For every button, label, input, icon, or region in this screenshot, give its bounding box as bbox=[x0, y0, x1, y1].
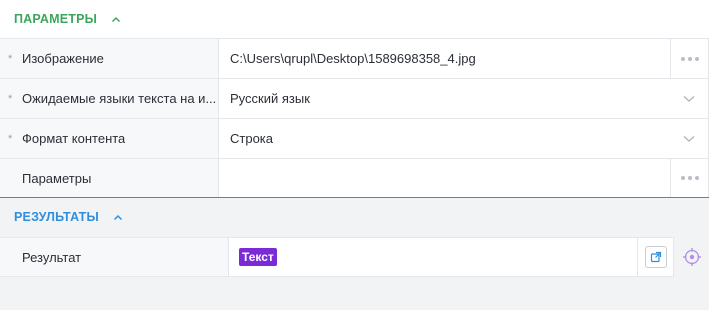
param-label: Ожидаемые языки текста на и... bbox=[22, 91, 217, 106]
parameters-section-title: Параметры bbox=[14, 12, 98, 26]
crosshair-button[interactable] bbox=[674, 237, 709, 277]
param-row-parameters: Параметры bbox=[0, 158, 709, 198]
param-value[interactable]: Русский язык bbox=[219, 91, 670, 106]
result-value-field[interactable]: Текст bbox=[228, 237, 638, 277]
chevron-down-icon[interactable] bbox=[670, 135, 708, 143]
open-external-icon bbox=[650, 251, 661, 263]
content-format-select[interactable]: Строка bbox=[218, 118, 709, 158]
chevron-up-icon[interactable] bbox=[111, 14, 121, 24]
variable-tag[interactable]: Текст bbox=[239, 248, 277, 266]
required-marker: * bbox=[8, 132, 13, 145]
more-options-button[interactable] bbox=[670, 159, 708, 197]
chevron-up-icon[interactable] bbox=[113, 212, 123, 222]
param-value[interactable]: Строка bbox=[219, 131, 670, 146]
language-select[interactable]: Русский язык bbox=[218, 78, 709, 118]
param-value[interactable]: C:\Users\qrupl\Desktop\1589698358_4.jpg bbox=[219, 51, 670, 66]
parameters-field[interactable] bbox=[218, 158, 709, 198]
required-marker: * bbox=[8, 92, 13, 105]
param-row-format: * Формат контента Строка bbox=[0, 118, 709, 158]
parameters-section-header[interactable]: Параметры bbox=[0, 0, 709, 38]
results-section-title: Результаты bbox=[14, 210, 99, 224]
more-options-button[interactable] bbox=[670, 39, 708, 78]
param-row-image: * Изображение C:\Users\qrupl\Desktop\158… bbox=[0, 38, 709, 78]
result-label: Результат bbox=[22, 249, 82, 265]
results-section-header[interactable]: Результаты bbox=[0, 198, 709, 236]
result-row: Результат Текст bbox=[0, 237, 709, 277]
param-label: Изображение bbox=[22, 51, 104, 66]
image-path-field[interactable]: C:\Users\qrupl\Desktop\1589698358_4.jpg bbox=[218, 38, 709, 78]
parameters-panel: Параметры * Изображение C:\Users\qrupl\D… bbox=[0, 0, 709, 198]
param-label: Формат контента bbox=[22, 131, 126, 146]
param-label: Параметры bbox=[22, 171, 92, 186]
dots-icon bbox=[680, 176, 685, 180]
dots-icon bbox=[680, 56, 685, 61]
crosshair-icon bbox=[682, 248, 701, 266]
required-marker: * bbox=[8, 52, 13, 65]
chevron-down-icon[interactable] bbox=[670, 95, 708, 103]
param-row-languages: * Ожидаемые языки текста на и... Русский… bbox=[0, 78, 709, 118]
open-external-button[interactable] bbox=[644, 246, 667, 268]
